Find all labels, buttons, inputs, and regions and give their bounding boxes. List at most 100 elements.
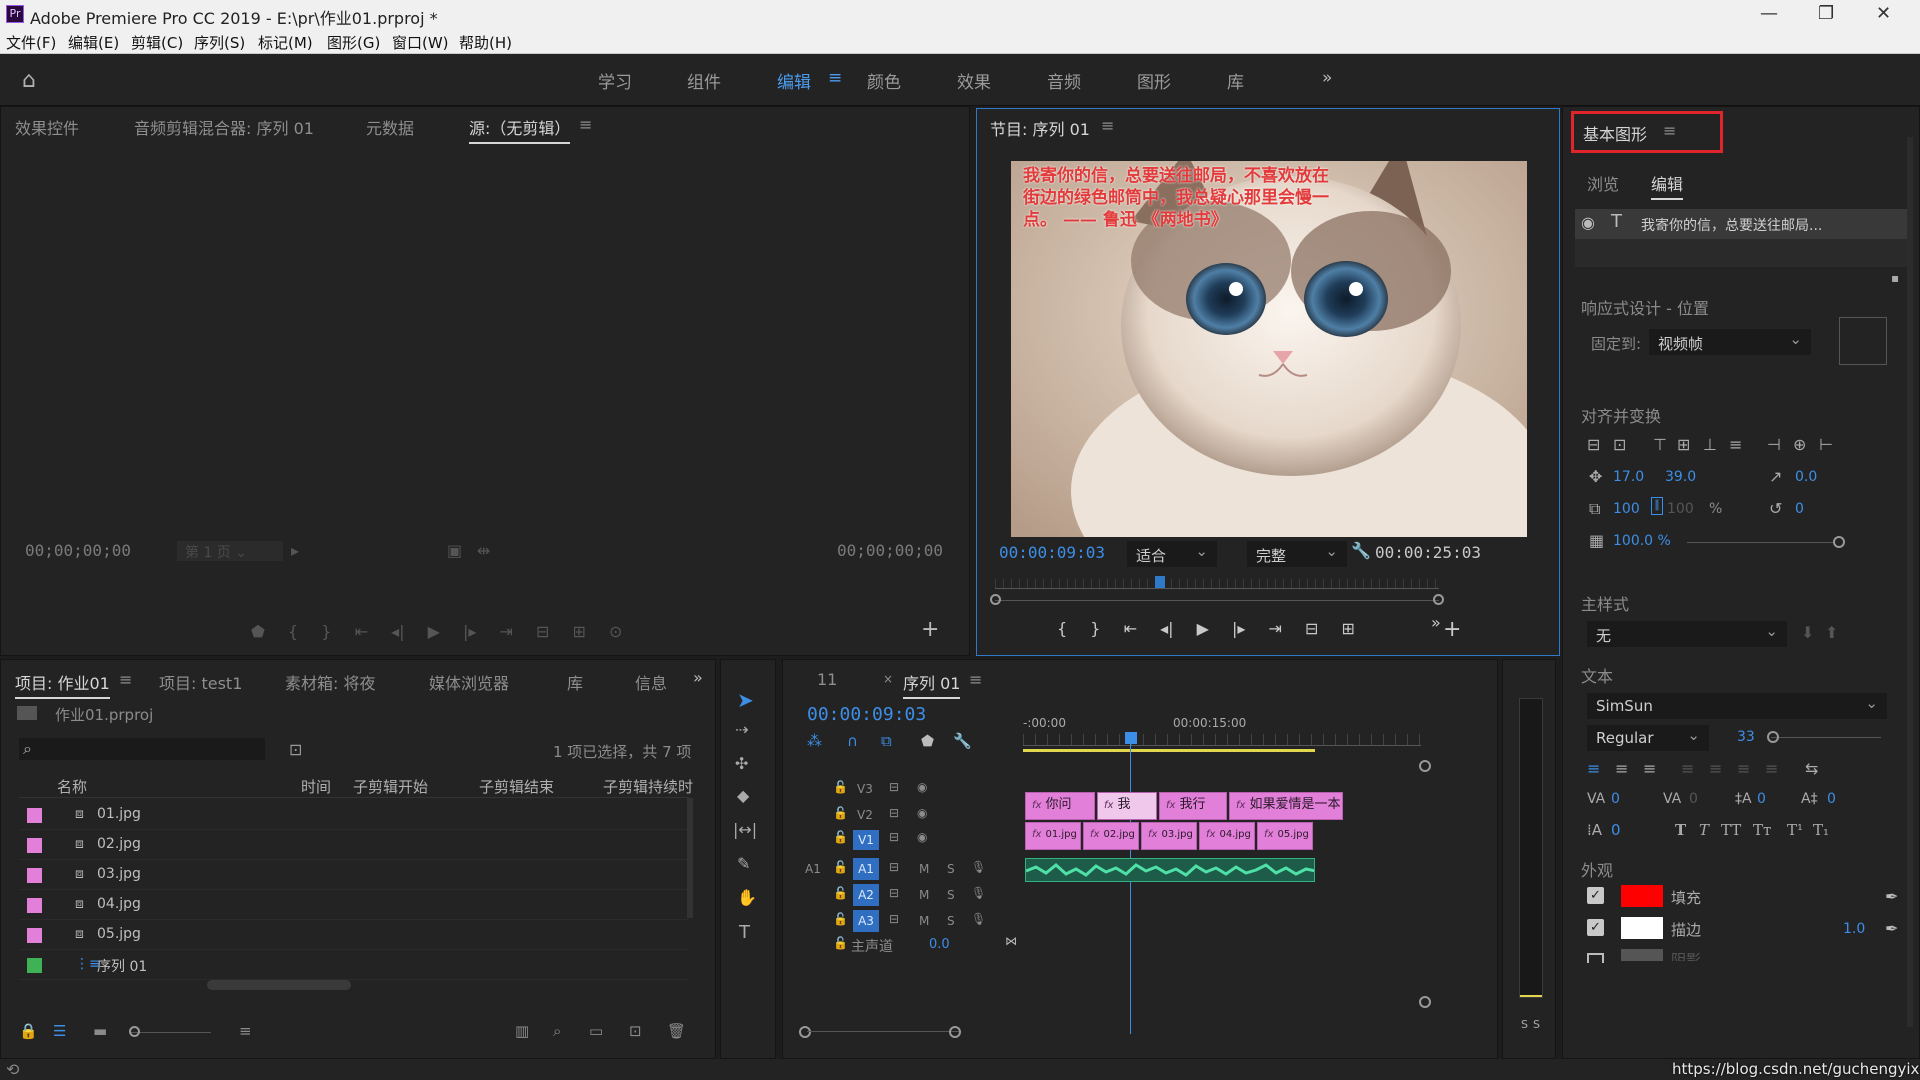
tab-project-test1[interactable]: 项目: test1: [159, 670, 242, 694]
timeline-tab-menu-icon[interactable]: ≡: [969, 670, 982, 689]
workspace-learn[interactable]: 学习: [598, 68, 632, 93]
stroke-checkbox[interactable]: ✓: [1587, 919, 1604, 936]
v2-title-clip[interactable]: fx 我: [1097, 792, 1157, 820]
mark-out-icon[interactable]: }: [321, 622, 331, 641]
align-horizontal-center-icon[interactable]: ⊡: [1613, 435, 1626, 454]
eg-tab-browse[interactable]: 浏览: [1587, 171, 1619, 195]
label-color-swatch[interactable]: [27, 898, 42, 913]
track-label-v1[interactable]: V1: [853, 830, 879, 850]
eg-scrollbar[interactable]: [1907, 137, 1913, 1027]
push-style-down-icon[interactable]: ⬇: [1801, 623, 1814, 642]
kerning-value[interactable]: 0: [1611, 791, 1620, 807]
col-subclip-end[interactable]: 子剪辑结束: [479, 776, 554, 797]
program-mark-in-icon[interactable]: {: [1057, 619, 1067, 638]
add-marker-icon[interactable]: ⬟: [921, 732, 934, 750]
pin-to-dropdown[interactable]: 视频帧: [1649, 329, 1811, 355]
audio-clip-a1[interactable]: [1025, 858, 1315, 882]
baseline-shift-value[interactable]: 0: [1827, 791, 1836, 807]
menu-edit[interactable]: 编辑(E): [68, 32, 119, 53]
mute-button[interactable]: M: [919, 862, 929, 876]
timeline-ruler[interactable]: [1023, 734, 1421, 746]
menu-window[interactable]: 窗口(W): [392, 32, 449, 53]
wrench-icon[interactable]: 🔧: [1351, 541, 1371, 560]
label-color-swatch[interactable]: [27, 928, 42, 943]
razor-tool-icon[interactable]: ◆: [737, 786, 749, 805]
tab-essential-graphics[interactable]: 基本图形: [1583, 121, 1647, 148]
work-area-bar[interactable]: [1023, 749, 1315, 752]
label-color-swatch[interactable]: [27, 868, 42, 883]
eg-layer-row[interactable]: ◉ T 我寄你的信，总要送往邮局...: [1575, 209, 1913, 239]
text-align-right-icon[interactable]: ≡: [1643, 759, 1656, 778]
timeline-vscroll-bottom[interactable]: [1419, 996, 1431, 1008]
find-icon[interactable]: ⌕: [553, 1022, 561, 1040]
sync-lock-icon[interactable]: ⊟: [889, 886, 899, 900]
solo-left-button[interactable]: S: [1521, 1018, 1528, 1031]
tab-info[interactable]: 信息: [635, 670, 667, 694]
tsume-value[interactable]: 0: [1611, 821, 1621, 839]
program-mark-out-icon[interactable]: }: [1090, 619, 1100, 638]
label-color-swatch[interactable]: [27, 838, 42, 853]
overwrite-icon[interactable]: ⊞: [573, 622, 586, 641]
project-item-row[interactable]: ⧈ 04.jpg: [19, 890, 689, 920]
project-tab-menu-icon[interactable]: ≡: [119, 670, 132, 689]
col-subclip-start[interactable]: 子剪辑开始: [353, 776, 428, 797]
opacity-slider[interactable]: [1687, 542, 1835, 543]
align-right-icon[interactable]: ⊢: [1819, 435, 1833, 454]
go-to-out-icon[interactable]: ⇥: [500, 622, 513, 641]
rotation-value[interactable]: 0: [1795, 501, 1804, 517]
tab-bin[interactable]: 素材箱: 将夜: [285, 670, 375, 694]
v2-title-clip[interactable]: fx 你问: [1025, 792, 1095, 820]
workspace-audio[interactable]: 音频: [1047, 68, 1081, 93]
eg-tab-menu-icon[interactable]: ≡: [1663, 121, 1676, 140]
source-tab-menu-icon[interactable]: ≡: [579, 115, 592, 134]
tab-source[interactable]: 源:（无剪辑）: [469, 115, 571, 144]
scale-value[interactable]: 100: [1613, 501, 1640, 517]
extract-icon[interactable]: ⊞: [1342, 619, 1355, 638]
workspace-assembly[interactable]: 组件: [687, 68, 721, 93]
col-name[interactable]: 名称: [57, 776, 87, 797]
play-icon[interactable]: ▶: [428, 622, 440, 641]
distribute-vertical-icon[interactable]: ≡: [1729, 435, 1742, 454]
list-view-icon[interactable]: ☰: [53, 1022, 66, 1040]
stroke-width-value[interactable]: 1.0: [1843, 921, 1865, 937]
voiceover-icon[interactable]: 🎙: [971, 860, 986, 874]
marker-icon[interactable]: ⬟: [251, 622, 265, 641]
col-subclip-duration[interactable]: 子剪辑持续时: [603, 776, 693, 797]
go-to-in-icon[interactable]: ⇤: [355, 622, 368, 641]
program-add-button[interactable]: +: [1443, 617, 1461, 642]
tab-libraries[interactable]: 库: [567, 670, 583, 694]
timeline-tab-close-icon[interactable]: ×: [883, 672, 893, 686]
hand-tool-icon[interactable]: ✋: [737, 888, 757, 907]
program-step-back-icon[interactable]: ◂|: [1160, 619, 1173, 638]
track-select-tool-icon[interactable]: ⇢: [735, 720, 748, 739]
track-label-a1[interactable]: A1: [853, 858, 879, 880]
workspace-effects[interactable]: 效果: [957, 68, 991, 93]
project-item-row[interactable]: ⋮≡ 序列 01: [19, 950, 689, 980]
mute-button[interactable]: M: [919, 888, 929, 902]
fill-color-swatch[interactable]: [1621, 885, 1663, 907]
workspace-editing[interactable]: 编辑: [777, 68, 811, 93]
align-left-icon[interactable]: ⊣: [1767, 435, 1781, 454]
v1-image-clip[interactable]: fx 05.jpg: [1257, 822, 1313, 850]
pin-position-widget[interactable]: [1839, 317, 1887, 365]
zoom-slider-handle[interactable]: [129, 1026, 140, 1037]
timeline-vscroll-top[interactable]: [1419, 760, 1431, 772]
eye-icon[interactable]: ◉: [917, 830, 927, 844]
track-lock-icon[interactable]: 🔓: [833, 936, 848, 950]
eg-tab-edit[interactable]: 编辑: [1651, 171, 1684, 200]
tab-sequence-01[interactable]: 序列 01: [903, 670, 961, 699]
automate-icon[interactable]: ▥: [515, 1022, 529, 1040]
zoom-handle-left[interactable]: [990, 594, 1001, 605]
page-next-icon[interactable]: ▸: [291, 541, 299, 560]
tab-metadata[interactable]: 元数据: [366, 115, 414, 139]
drop-icon[interactable]: ⇹: [477, 541, 490, 560]
tab-media-browser[interactable]: 媒体浏览器: [429, 670, 509, 694]
justify-center-icon[interactable]: ≡: [1709, 759, 1722, 778]
project-search-input[interactable]: ⌕: [19, 738, 265, 760]
project-item-row[interactable]: ⧈ 03.jpg: [19, 860, 689, 890]
label-color-swatch[interactable]: [27, 958, 42, 973]
v1-image-clip[interactable]: fx 03.jpg: [1141, 822, 1197, 850]
master-style-dropdown[interactable]: 无: [1587, 621, 1787, 647]
source-patch-a1[interactable]: A1: [805, 862, 821, 876]
program-tab-menu-icon[interactable]: ≡: [1101, 116, 1114, 135]
